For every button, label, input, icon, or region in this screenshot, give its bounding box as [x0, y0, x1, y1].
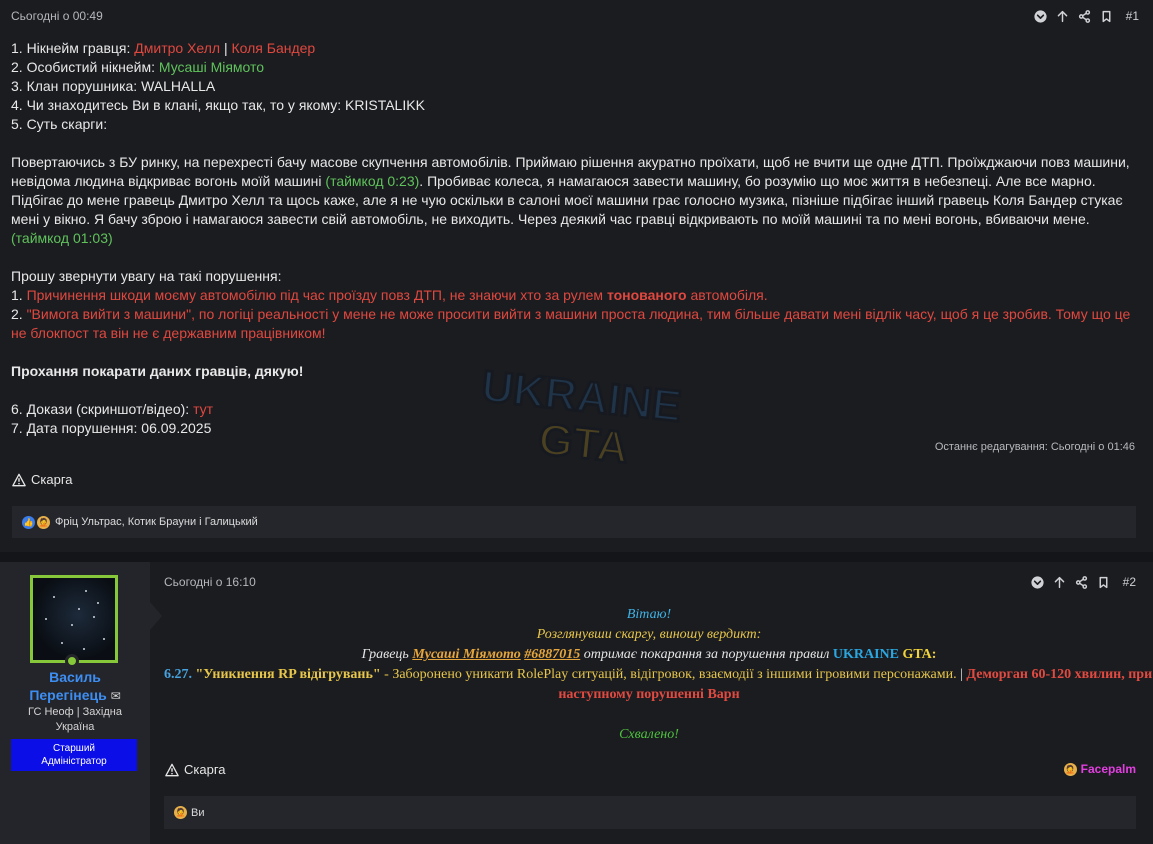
- verdict-line3: Гравець Мусаші Міямото #6887015 отримає …: [164, 645, 1134, 665]
- gta-brand: GTA:: [902, 647, 937, 662]
- evidence-link[interactable]: тут: [193, 401, 213, 417]
- ukraine-brand: UKRAINE: [832, 647, 899, 662]
- user-title-line2: Україна: [55, 721, 95, 733]
- verdict-l3-b: отримає покарання за порушення правил: [580, 647, 833, 662]
- reactions-users[interactable]: Фріц Ультрас, Котик Брауни і Галицький: [55, 516, 258, 528]
- user-title: ГС Неоф | Західна Україна: [0, 705, 150, 735]
- form-q2: 2. Особистий нікнейм: Мусаші Міямото: [11, 58, 1141, 77]
- q1-name1: Дмитро Хелл: [134, 40, 221, 56]
- rank-badge: Старший Адміністратор: [11, 739, 137, 771]
- arrow-up-icon[interactable]: [1049, 574, 1071, 590]
- violation-1: 1. Причинення шкоди моєму автомобілю під…: [11, 286, 1141, 305]
- post-1-number[interactable]: #1: [1126, 9, 1139, 23]
- rule-separator: |: [956, 667, 967, 682]
- post-2: Василь Перегінець ✉ ГС Неоф | Західна Ук…: [0, 562, 1153, 844]
- facepalm-icon: 🤦: [1063, 762, 1077, 776]
- violation-2-number: 2.: [11, 306, 27, 322]
- post-1-body: 1. Нікнейм гравця: Дмитро Хелл | Коля Ба…: [11, 39, 1141, 438]
- report-label: Скарга: [184, 762, 226, 777]
- rule-number: 6.27.: [164, 667, 192, 682]
- post-1-timestamp[interactable]: Сьогодні о 00:49: [11, 9, 103, 23]
- q2-value: Мусаші Міямото: [158, 59, 265, 75]
- reactions-bar: 🤦 Ви: [164, 796, 1136, 829]
- warning-icon: [165, 763, 179, 776]
- share-icon[interactable]: [1071, 574, 1093, 590]
- player-id-link[interactable]: #6887015: [524, 647, 580, 662]
- arrow-up-icon[interactable]: [1052, 8, 1074, 24]
- post-1-actions: #1: [1030, 8, 1139, 24]
- report-button[interactable]: Скарга: [12, 472, 73, 487]
- report-button[interactable]: Скарга: [165, 762, 226, 777]
- rank-line2: Адміністратор: [41, 756, 107, 767]
- rule-title: "Уникнення RP відігрувань": [192, 667, 381, 682]
- report-label: Скарга: [31, 472, 73, 487]
- author-sidebar: Василь Перегінець ✉ ГС Неоф | Західна Ук…: [0, 562, 150, 844]
- facepalm-reaction-button[interactable]: 🤦 Facepalm: [1063, 762, 1136, 776]
- q1-separator: |: [220, 40, 232, 56]
- story-timecode-2: (таймкод 01:03): [11, 230, 113, 246]
- q2-label: 2. Особистий нікнейм:: [11, 59, 159, 75]
- q1-name2: Коля Бандер: [231, 40, 316, 56]
- chevron-circle-icon[interactable]: [1030, 8, 1052, 24]
- reactions-users[interactable]: Ви: [191, 807, 204, 819]
- violation-1-text-b: автомобіля.: [686, 287, 768, 303]
- online-status-indicator: [65, 654, 79, 668]
- post-1: Сьогодні о 00:49 #1 1. Нікнейм гравця: Д…: [0, 0, 1153, 552]
- envelope-icon[interactable]: ✉: [111, 689, 121, 703]
- bookmark-icon[interactable]: [1096, 8, 1118, 24]
- punishment-b: наступному порушенні Варн: [558, 687, 740, 702]
- facepalm-reaction-icon: 🤦: [37, 515, 50, 529]
- form-q5: 5. Суть скарги:: [11, 116, 108, 132]
- violation-1-bold: тонованого: [606, 287, 687, 303]
- like-reaction-icon: 👍: [22, 515, 35, 529]
- username[interactable]: Василь Перегінець ✉: [0, 668, 150, 705]
- q1-label: 1. Нікнейм гравця:: [11, 40, 135, 56]
- warning-icon: [12, 473, 26, 486]
- rank-line1: Старший: [52, 743, 95, 754]
- message-arrow: [150, 602, 162, 630]
- player-link[interactable]: Мусаші Міямото: [412, 647, 520, 662]
- username-line1: Василь: [49, 669, 101, 685]
- form-q6: 6. Докази (скриншот/відео): тут: [11, 400, 1141, 419]
- post-2-actions: #2: [1027, 574, 1136, 590]
- violation-2-text: "Вимога вийти з машини", по логіці реаль…: [11, 306, 1131, 341]
- post-1-header: Сьогодні о 00:49 #1: [11, 8, 1139, 24]
- facepalm-label: Facepalm: [1080, 762, 1136, 776]
- violation-2: 2. "Вимога вийти з машини", по логіці ре…: [11, 305, 1141, 343]
- form-q3: 3. Клан порушника: WALHALLA: [11, 78, 216, 94]
- reactions-bar: 👍 🤦 Фріц Ультрас, Котик Брауни і Галицьк…: [12, 506, 1136, 538]
- form-q7: 7. Дата порушення: 06.09.2025: [11, 420, 212, 436]
- username-line2: Перегінець: [29, 687, 107, 703]
- last-edited: Останнє редагування: Сьогодні о 01:46: [934, 441, 1135, 453]
- story-timecode-1: (таймкод 0:23): [325, 173, 420, 189]
- q6-label: 6. Докази (скриншот/відео):: [11, 401, 194, 417]
- form-q4: 4. Чи знаходитесь Ви в клані, якщо так, …: [11, 97, 425, 113]
- verdict-rule: 6.27. "Уникнення RP відігрувань" - Забор…: [164, 665, 1152, 685]
- post-2-timestamp[interactable]: Сьогодні о 16:10: [164, 575, 256, 589]
- chevron-circle-icon[interactable]: [1027, 574, 1049, 590]
- plea: Прохання покарати даних гравців, дякую!: [11, 363, 304, 379]
- post-2-header: Сьогодні о 16:10 #2: [164, 574, 1136, 590]
- bookmark-icon[interactable]: [1093, 574, 1115, 590]
- rule-text: - Заборонено уникати RolePlay ситуацій, …: [380, 667, 957, 682]
- verdict-body: Вітаю! Розглянувши скаргу, виношу вердик…: [164, 605, 1152, 745]
- punishment-a: Деморган 60-120 хвилин, при: [966, 667, 1153, 682]
- violation-1-text-a: Причинення шкоди моєму автомобілю під ча…: [26, 287, 607, 303]
- complaint-story: Повертаючись з БУ ринку, на перехресті б…: [11, 153, 1141, 248]
- user-title-line1: ГС Неоф | Західна: [28, 706, 122, 718]
- verdict-line2: Розглянувши скаргу, виношу вердикт:: [536, 627, 762, 642]
- verdict-approved: Схвалено!: [619, 727, 679, 742]
- post-2-number[interactable]: #2: [1123, 575, 1136, 589]
- avatar[interactable]: [30, 575, 118, 663]
- violation-1-number: 1.: [11, 287, 27, 303]
- verdict-l3-a: Гравець: [361, 647, 413, 662]
- violations-intro: Прошу звернути увагу на такі порушення:: [11, 268, 282, 284]
- facepalm-reaction-icon: 🤦: [174, 806, 187, 819]
- verdict-greeting: Вітаю!: [626, 607, 672, 622]
- share-icon[interactable]: [1074, 8, 1096, 24]
- form-q1: 1. Нікнейм гравця: Дмитро Хелл | Коля Ба…: [11, 39, 1141, 58]
